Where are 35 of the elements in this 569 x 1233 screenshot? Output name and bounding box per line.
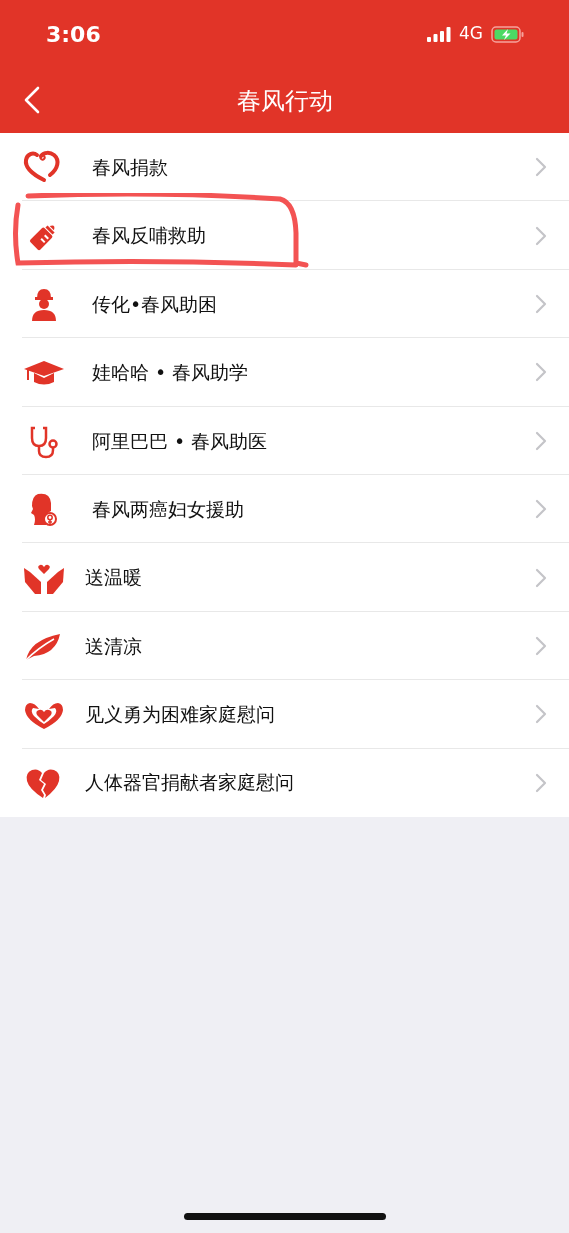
menu-item[interactable]: 送温暖 bbox=[0, 543, 569, 612]
chevron-right-icon bbox=[535, 635, 547, 656]
menu-item-label: 送温暖 bbox=[85, 565, 142, 591]
menu-item[interactable]: 春风两癌妇女援助 bbox=[0, 474, 569, 544]
menu-item-label: 见义勇为困难家庭慰问 bbox=[85, 702, 275, 728]
chevron-right-icon bbox=[535, 157, 547, 178]
menu-item[interactable]: 娃哈哈 • 春风助学 bbox=[0, 338, 569, 407]
menu-item[interactable]: 人体器官捐献者家庭慰问 bbox=[0, 748, 569, 817]
chevron-right-icon bbox=[535, 567, 547, 588]
menu-item-label: 人体器官捐献者家庭慰问 bbox=[85, 770, 294, 796]
menu-item[interactable]: 春风捐款 bbox=[0, 133, 569, 202]
chevron-right-icon bbox=[535, 772, 547, 793]
menu-item-label: 阿里巴巴 • 春风助医 bbox=[92, 428, 268, 454]
menu-item[interactable]: 传化•春风助困 bbox=[0, 269, 569, 339]
signal-icon bbox=[427, 26, 451, 42]
menu-item-label: 传化•春风助困 bbox=[92, 291, 218, 317]
menu-item-label: 春风捐款 bbox=[92, 154, 168, 180]
battery-charging-icon bbox=[491, 25, 525, 43]
chevron-right-icon bbox=[535, 704, 547, 725]
network-type: 4G bbox=[459, 22, 483, 46]
chevron-right-icon bbox=[535, 293, 547, 314]
menu-item[interactable]: 春风反哺救助 bbox=[0, 201, 569, 270]
menu-item[interactable]: 阿里巴巴 • 春风助医 bbox=[0, 406, 569, 475]
chevron-right-icon bbox=[535, 225, 547, 246]
menu-item-label: 春风反哺救助 bbox=[92, 223, 206, 249]
menu-item[interactable]: 见义勇为困难家庭慰问 bbox=[0, 680, 569, 749]
menu-item-label: 送清凉 bbox=[85, 633, 142, 659]
menu-item[interactable]: 送清凉 bbox=[0, 611, 569, 681]
chevron-right-icon bbox=[535, 499, 547, 520]
chevron-right-icon bbox=[535, 430, 547, 451]
chevron-right-icon bbox=[535, 362, 547, 383]
page-title: 春风行动 bbox=[236, 85, 333, 117]
menu-item-label: 春风两癌妇女援助 bbox=[92, 496, 244, 522]
status-time: 3:06 bbox=[46, 20, 101, 49]
menu-item-label: 娃哈哈 • 春风助学 bbox=[92, 360, 249, 386]
